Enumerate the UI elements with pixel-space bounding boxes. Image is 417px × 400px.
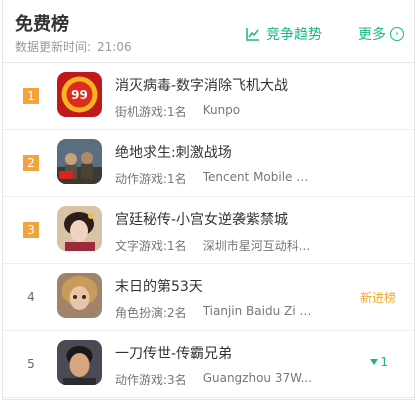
rank-change-value: 1 xyxy=(380,355,388,369)
category-rank: 动作游戏:3名 xyxy=(115,373,187,387)
app-list: 1 99 消灭病毒-数字消除飞机大战 街机游戏:1名 Kunpo 2 绝地求生:… xyxy=(3,63,414,398)
more-label: 更多 xyxy=(358,27,386,43)
developer: Tianjin Baidu Zi T... xyxy=(202,304,313,318)
app-meta: 角色扮演:2名 Tianjin Baidu Zi T... xyxy=(115,304,313,321)
developer: Guangzhou 37W... xyxy=(202,371,313,385)
virus-game-icon[interactable]: 99 xyxy=(57,72,102,117)
page-title: 免费榜 xyxy=(15,14,69,35)
app-name[interactable]: 一刀传世-传霸兄弟 xyxy=(115,343,232,363)
panel-header: 免费榜 数据更新时间: 21:06 竞争趋势 更多 › xyxy=(3,0,414,63)
app-meta: 街机游戏:1名 Kunpo xyxy=(115,103,240,120)
developer: Tencent Mobile G... xyxy=(202,170,313,184)
update-time-value: 21:06 xyxy=(97,40,132,54)
app-meta: 动作游戏:1名 Tencent Mobile G... xyxy=(115,170,313,187)
rank-number: 5 xyxy=(27,357,35,371)
app-meta: 文字游戏:1名 深圳市星河互动科... xyxy=(115,237,310,254)
trend-link[interactable]: 竞争趋势 xyxy=(246,24,322,44)
down-arrow-icon xyxy=(370,359,379,365)
pubg-icon[interactable] xyxy=(57,139,102,184)
list-item[interactable]: 4 末日的第53天 角色扮演:2名 Tianjin Baidu Zi T... … xyxy=(3,264,414,331)
list-item[interactable]: 2 绝地求生:刺激战场 动作游戏:1名 Tencent Mobile G... xyxy=(3,130,414,197)
trend-label: 竞争趋势 xyxy=(266,27,322,43)
app-meta: 动作游戏:3名 Guangzhou 37W... xyxy=(115,371,312,388)
palace-icon[interactable] xyxy=(57,206,102,251)
category-rank: 街机游戏:1名 xyxy=(115,105,187,119)
app-name[interactable]: 消灭病毒-数字消除飞机大战 xyxy=(115,75,288,95)
more-link[interactable]: 更多 › xyxy=(358,24,404,44)
rank-number: 1 xyxy=(23,88,39,104)
list-item[interactable]: 3 宫廷秘传-小宫女逆袭紫禁城 文字游戏:1名 深圳市星河互动科... xyxy=(3,197,414,264)
free-chart-panel: 免费榜 数据更新时间: 21:06 竞争趋势 更多 › 1 99 消灭病毒-数字… xyxy=(2,0,415,400)
category-rank: 动作游戏:1名 xyxy=(115,172,187,186)
category-rank: 角色扮演:2名 xyxy=(115,306,187,320)
app-name[interactable]: 宫廷秘传-小宫女逆袭紫禁城 xyxy=(115,209,288,229)
chevron-right-icon: › xyxy=(390,27,404,41)
update-time: 数据更新时间: 21:06 xyxy=(15,38,132,55)
jackie-icon[interactable] xyxy=(57,340,102,385)
rank-number: 3 xyxy=(23,222,39,238)
svg-text:99: 99 xyxy=(71,88,88,102)
new-entry-badge: 新进榜 xyxy=(359,291,396,305)
rank-number: 2 xyxy=(23,155,39,171)
trend-chart-icon xyxy=(246,28,259,41)
category-rank: 文字游戏:1名 xyxy=(115,239,187,253)
app-name[interactable]: 绝地求生:刺激战场 xyxy=(115,142,232,162)
rank-number: 4 xyxy=(27,290,35,304)
list-item[interactable]: 1 99 消灭病毒-数字消除飞机大战 街机游戏:1名 Kunpo xyxy=(3,63,414,130)
app-name[interactable]: 末日的第53天 xyxy=(115,276,203,296)
developer: Kunpo xyxy=(202,103,241,117)
doll-icon[interactable] xyxy=(57,273,102,318)
update-label: 数据更新时间: xyxy=(15,40,92,54)
list-item[interactable]: 5 一刀传世-传霸兄弟 动作游戏:3名 Guangzhou 37W... 1 xyxy=(3,331,414,398)
developer: 深圳市星河互动科... xyxy=(202,239,311,253)
rank-change-badge: 1 xyxy=(370,355,388,369)
